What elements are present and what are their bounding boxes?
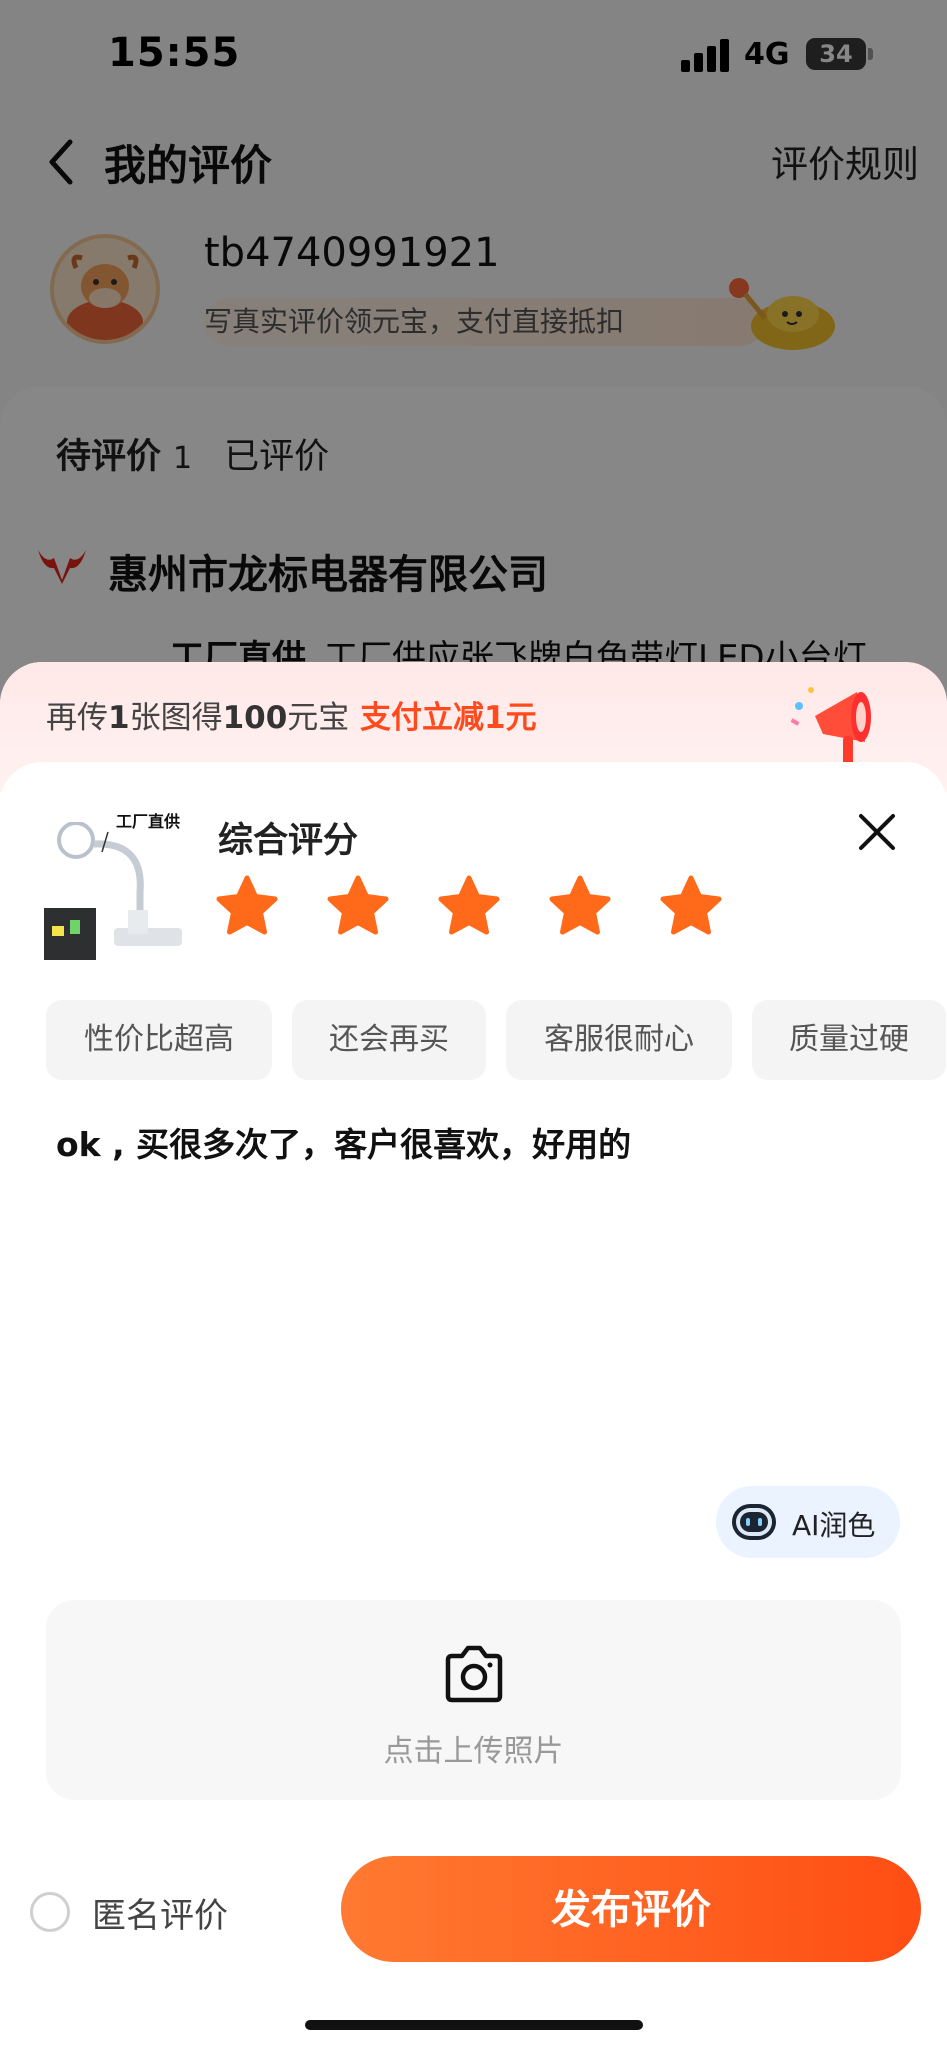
overall-rating-label: 综合评分 (218, 821, 359, 861)
tag-rebuy[interactable]: 还会再买 (292, 1000, 486, 1080)
camera-icon (445, 1645, 503, 1703)
quick-tags: 性价比超高 还会再买 客服很耐心 质量过硬 (46, 1000, 947, 1082)
tag-value[interactable]: 性价比超高 (46, 1000, 272, 1080)
close-icon[interactable] (853, 808, 901, 856)
ai-polish-button[interactable]: AI润色 (716, 1486, 900, 1558)
star-icon[interactable] (325, 874, 391, 940)
promo-highlight: 支付立减1元 (360, 700, 537, 736)
publish-review-button[interactable]: 发布评价 (341, 1856, 921, 1962)
review-sheet: 再传1张图得100元宝 支付立减1元 工厂直供 综合评分 性价比超高 还会再买 … (0, 662, 947, 2048)
anonymous-label[interactable]: 匿名评价 (92, 1888, 228, 1937)
star-icon[interactable] (436, 874, 502, 940)
promo-amount: 100 (222, 700, 288, 736)
star-icon[interactable] (547, 874, 613, 940)
star-icon[interactable] (658, 874, 724, 940)
product-thumbnail (44, 822, 184, 964)
anonymous-checkbox[interactable] (30, 1892, 70, 1932)
promo-text: 再传1张图得100元宝 (46, 692, 349, 737)
ai-polish-label: AI润色 (792, 1509, 876, 1542)
review-text-input[interactable]: ok , 买很多次了，客户很喜欢，好用的 (56, 1118, 631, 1166)
upload-label: 点击上传照片 (383, 1734, 564, 1769)
tag-service[interactable]: 客服很耐心 (506, 1000, 732, 1080)
thumbnail-badge: 工厂直供 (116, 812, 181, 831)
megaphone-icon (790, 687, 871, 772)
promo-suffix: 元宝 (287, 700, 350, 736)
promo-mid: 张图得 (129, 700, 223, 736)
star-icon[interactable] (214, 874, 280, 940)
ai-robot-icon (732, 1504, 776, 1540)
photo-upload-box[interactable]: 点击上传照片 (46, 1600, 901, 1800)
promo-count: 1 (108, 700, 130, 736)
home-indicator (305, 2020, 643, 2030)
tag-quality[interactable]: 质量过硬 (752, 1000, 946, 1080)
screen: 15:55 4G 34 我的评价 评价规则 tb4740991921 写真实评价… (0, 0, 947, 2048)
promo-prefix: 再传 (46, 700, 108, 736)
